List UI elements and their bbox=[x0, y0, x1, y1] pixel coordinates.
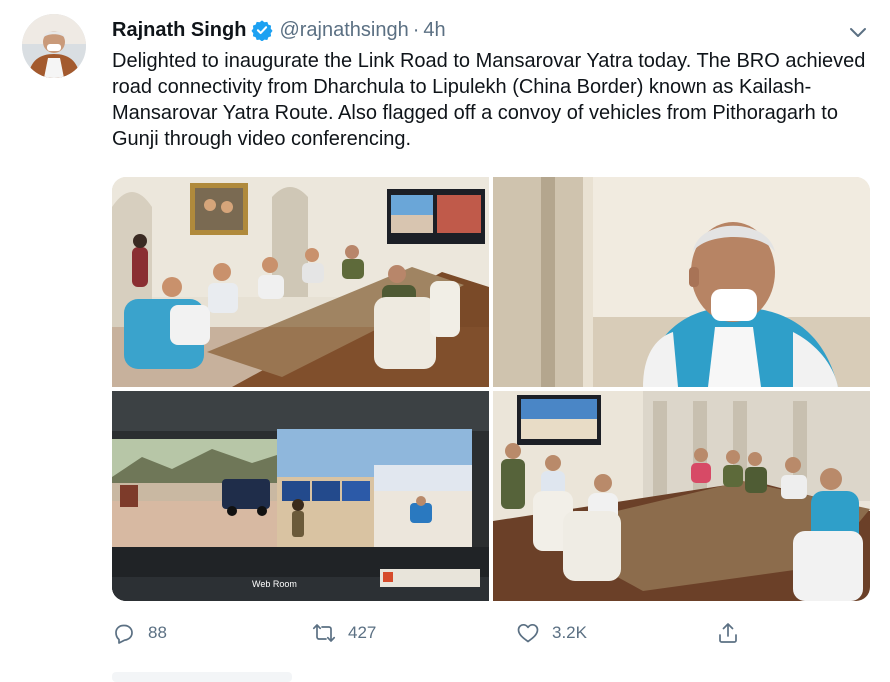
like-button[interactable]: 3.2K bbox=[516, 618, 587, 648]
share-icon bbox=[719, 623, 737, 643]
heart-icon bbox=[517, 623, 539, 643]
next-item-preview bbox=[112, 672, 292, 682]
screen-caption: Web Room bbox=[252, 579, 297, 589]
like-count: 3.2K bbox=[552, 623, 587, 642]
photo-minister-portrait[interactable] bbox=[493, 177, 870, 387]
verified-badge-icon bbox=[251, 19, 273, 42]
photo-meeting-room-angle[interactable] bbox=[493, 391, 870, 601]
photo-video-conference-screen[interactable]: Web Room bbox=[112, 391, 489, 601]
tweet-header: Rajnath Singh @rajnathsingh · 4h bbox=[112, 17, 446, 43]
reply-button[interactable]: 88 bbox=[112, 618, 167, 648]
tweet-timestamp[interactable]: 4h bbox=[423, 19, 445, 42]
header-separator: · bbox=[412, 18, 420, 41]
retweet-count: 427 bbox=[348, 623, 377, 642]
reply-icon bbox=[115, 624, 133, 644]
author-handle[interactable]: @rajnathsingh bbox=[279, 19, 408, 42]
photo-meeting-room[interactable] bbox=[112, 177, 489, 387]
retweet-button[interactable]: 427 bbox=[312, 618, 376, 648]
tweet-text: Delighted to inaugurate the Link Road to… bbox=[112, 50, 866, 150]
tweet-actions: 88 427 3.2K bbox=[112, 618, 752, 648]
retweet-icon bbox=[312, 624, 336, 642]
avatar[interactable] bbox=[22, 14, 86, 78]
chevron-down-icon[interactable] bbox=[846, 20, 870, 44]
reply-count: 88 bbox=[148, 623, 167, 642]
share-button[interactable] bbox=[716, 618, 740, 648]
author-name[interactable]: Rajnath Singh bbox=[112, 19, 246, 42]
media-grid: Web Room bbox=[112, 177, 870, 601]
